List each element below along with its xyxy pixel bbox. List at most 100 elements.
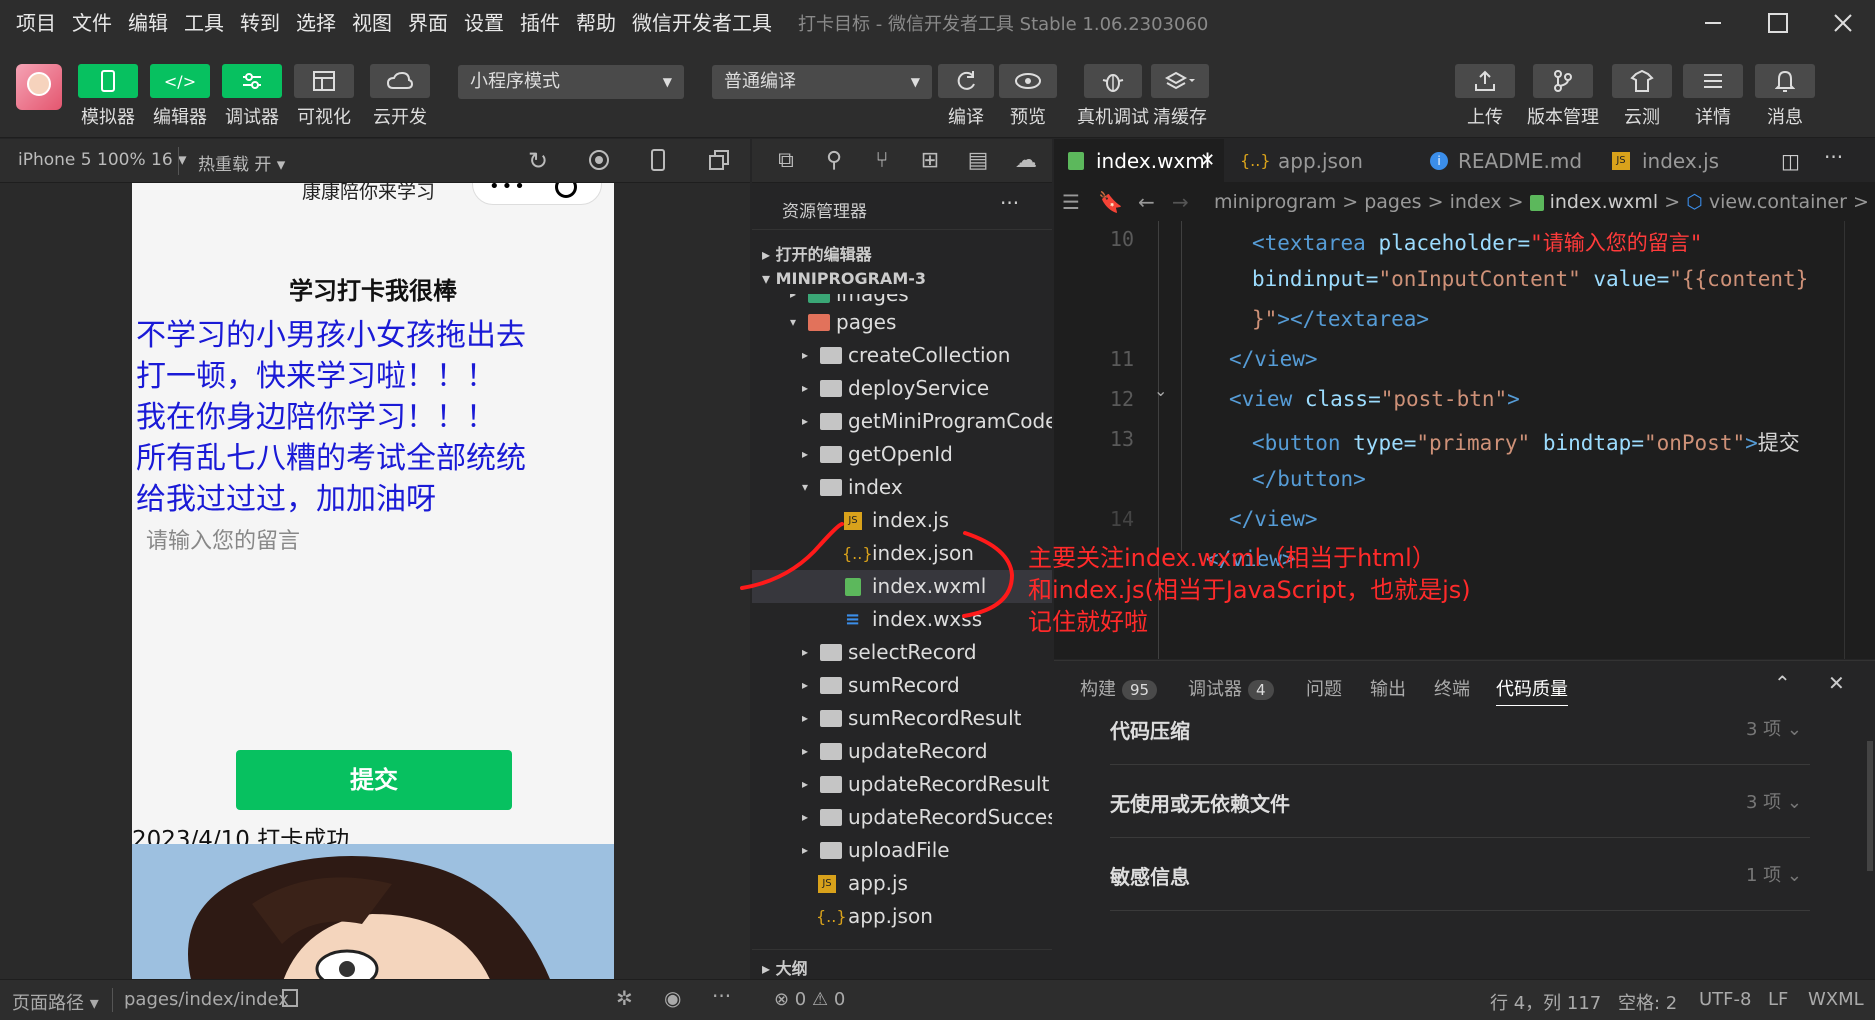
menu-edit[interactable]: 编辑 <box>120 0 176 46</box>
tree-folder-updateRecordSuccess[interactable]: ▸ updateRecordSuccess <box>752 801 1052 834</box>
device-select[interactable]: iPhone 5 100% 16 ▾ <box>18 150 187 170</box>
menu-help[interactable]: 帮助 <box>568 0 624 46</box>
menu-goto[interactable]: 转到 <box>232 0 288 46</box>
menu-file[interactable]: 文件 <box>64 0 120 46</box>
save-icon[interactable]: ▤ <box>954 148 1002 173</box>
tree-folder-sumRecord[interactable]: ▸ sumRecord <box>752 669 1052 702</box>
tree-folder-selectRecord[interactable]: ▸ selectRecord <box>752 636 1052 669</box>
scrollbar[interactable] <box>1867 741 1873 871</box>
tree-folder-updateRecord[interactable]: ▸ updateRecord <box>752 735 1052 768</box>
open-editors-section[interactable]: ▸ 打开的编辑器 <box>762 241 872 265</box>
compile-mode-select[interactable]: 普通编译 ▼ <box>712 65 932 99</box>
preview-button[interactable]: 预览 <box>999 64 1057 129</box>
cloud-button[interactable]: 云开发 <box>370 64 430 129</box>
breadcrumb-item[interactable]: pages <box>1364 191 1421 213</box>
copy-icon[interactable] <box>282 989 298 1007</box>
line-ending[interactable]: LF <box>1768 989 1788 1010</box>
breadcrumb-item[interactable]: index.wxml <box>1550 191 1659 213</box>
tree-folder-getMiniProgramCode[interactable]: ▸ getMiniProgramCode <box>752 405 1052 438</box>
compile-button[interactable]: 编译 <box>938 64 994 129</box>
details-button[interactable]: 详情 <box>1683 64 1743 129</box>
tab-index-js[interactable]: JS index.js <box>1592 139 1752 183</box>
breadcrumb-item[interactable]: view.container <box>1709 191 1847 213</box>
rotate-icon[interactable]: ↻ <box>528 147 548 175</box>
back-arrow-icon[interactable]: ← <box>1138 183 1155 221</box>
forward-arrow-icon[interactable]: → <box>1172 183 1189 221</box>
problems-count[interactable]: ⊗ 0 ⚠ 0 <box>774 989 845 1010</box>
menu-wechat-devtools[interactable]: 微信开发者工具 <box>624 0 780 46</box>
more-icon[interactable]: ··· <box>712 984 731 1008</box>
project-section[interactable]: ▾ MINIPROGRAM-3 <box>762 269 926 288</box>
outline-section[interactable]: ▸ 大纲 <box>762 955 808 979</box>
tree-folder-pages[interactable]: ▾ pages <box>752 306 1052 339</box>
extensions-icon[interactable]: ⊞ <box>906 148 954 173</box>
submit-button[interactable]: 提交 <box>236 750 512 810</box>
tree-file-app-json[interactable]: {..} app.json <box>752 900 1052 933</box>
more-icon[interactable]: ··· <box>1000 191 1019 215</box>
close-window-button[interactable] <box>1810 0 1875 46</box>
search-icon[interactable]: ⚲ <box>810 148 858 173</box>
tree-folder-uploadFile[interactable]: ▸ uploadFile <box>752 834 1052 867</box>
bookmark-icon[interactable]: 🔖 <box>1098 183 1123 221</box>
debugger-button[interactable]: 调试器 <box>222 64 282 129</box>
menu-tools[interactable]: 工具 <box>176 0 232 46</box>
tree-folder-getOpenId[interactable]: ▸ getOpenId <box>752 438 1052 471</box>
stop-button[interactable] <box>588 149 610 176</box>
close-panel-icon[interactable]: ✕ <box>1828 671 1845 695</box>
hot-reload-toggle[interactable]: 热重载 开 ▾ <box>198 150 285 175</box>
maximize-button[interactable] <box>1745 0 1810 46</box>
capsule-button[interactable]: ••• <box>472 183 602 205</box>
tree-folder-updateRecordResult[interactable]: ▸ updateRecordResult <box>752 768 1052 801</box>
minimize-button[interactable] <box>1680 0 1745 46</box>
tree-file-index-js[interactable]: JS index.js <box>752 504 1052 537</box>
encoding[interactable]: UTF-8 <box>1699 989 1751 1010</box>
tab-readme[interactable]: i README.md <box>1410 139 1590 183</box>
language-mode[interactable]: WXML <box>1808 989 1864 1010</box>
cursor-position[interactable]: 行 4，列 117 <box>1490 989 1601 1015</box>
clear-cache-button[interactable]: 清缓存 <box>1151 64 1209 129</box>
list-icon[interactable]: ☰ <box>1062 183 1080 221</box>
quality-row[interactable]: 敏感信息 1 项 ⌄ <box>1110 839 1810 911</box>
tree-folder-createCollection[interactable]: ▸ createCollection <box>752 339 1052 372</box>
chevron-up-icon[interactable]: ⌃ <box>1774 671 1791 695</box>
split-editor-icon[interactable]: ◫ <box>1781 149 1800 173</box>
menu-interface[interactable]: 界面 <box>400 0 456 46</box>
phone-toggle-button[interactable] <box>650 149 666 176</box>
menu-project[interactable]: 项目 <box>8 0 64 46</box>
menu-plugins[interactable]: 插件 <box>512 0 568 46</box>
avatar[interactable] <box>16 64 62 110</box>
tree-file-index-json[interactable]: {..} index.json <box>752 537 1052 570</box>
page-path-menu[interactable]: 页面路径 ▾ <box>12 989 99 1015</box>
quality-row[interactable]: 代码压缩 3 项 ⌄ <box>1110 693 1810 765</box>
visual-button[interactable]: 可视化 <box>294 64 354 129</box>
mode-select[interactable]: 小程序模式 ▼ <box>458 65 684 99</box>
tree-file-app-js[interactable]: JS app.js <box>752 867 1052 900</box>
messages-button[interactable]: 消息 <box>1755 64 1815 129</box>
tree-folder-index[interactable]: ▾ index <box>752 471 1052 504</box>
editor-button[interactable]: </> 编辑器 <box>150 64 210 129</box>
files-icon[interactable]: ⧉ <box>762 148 810 173</box>
breadcrumb-item[interactable]: index <box>1450 191 1502 213</box>
tab-app-json[interactable]: {..} app.json <box>1226 139 1408 183</box>
eye-icon[interactable]: ◉ <box>664 986 681 1010</box>
version-button[interactable]: 版本管理 <box>1527 64 1599 129</box>
tab-index-wxml[interactable]: index.wxml ✕ <box>1054 139 1224 183</box>
close-tab-icon[interactable]: ✕ <box>1200 139 1215 183</box>
menu-settings[interactable]: 设置 <box>456 0 512 46</box>
tree-folder-sumRecordResult[interactable]: ▸ sumRecordResult <box>752 702 1052 735</box>
indentation[interactable]: 空格: 2 <box>1618 989 1677 1015</box>
quality-row[interactable]: 无使用或无依赖文件 3 项 ⌄ <box>1110 766 1810 838</box>
popout-button[interactable] <box>708 149 730 176</box>
message-textarea[interactable]: 请输入您的留言 <box>146 523 600 713</box>
menu-view[interactable]: 视图 <box>344 0 400 46</box>
menu-select[interactable]: 选择 <box>288 0 344 46</box>
bug-icon[interactable]: ✲ <box>616 986 633 1010</box>
tree-file-index-wxml[interactable]: index.wxml <box>752 570 1052 603</box>
remote-debug-button[interactable]: 真机调试 <box>1077 64 1149 129</box>
fold-chevron-icon[interactable]: ⌄ <box>1154 381 1167 400</box>
breadcrumb-item[interactable]: miniprogram <box>1214 191 1336 213</box>
simulator-button[interactable]: 模拟器 <box>78 64 138 129</box>
upload-button[interactable]: 上传 <box>1455 64 1515 129</box>
more-icon[interactable]: ··· <box>1824 145 1843 169</box>
tree-folder-deployService[interactable]: ▸ deployService <box>752 372 1052 405</box>
